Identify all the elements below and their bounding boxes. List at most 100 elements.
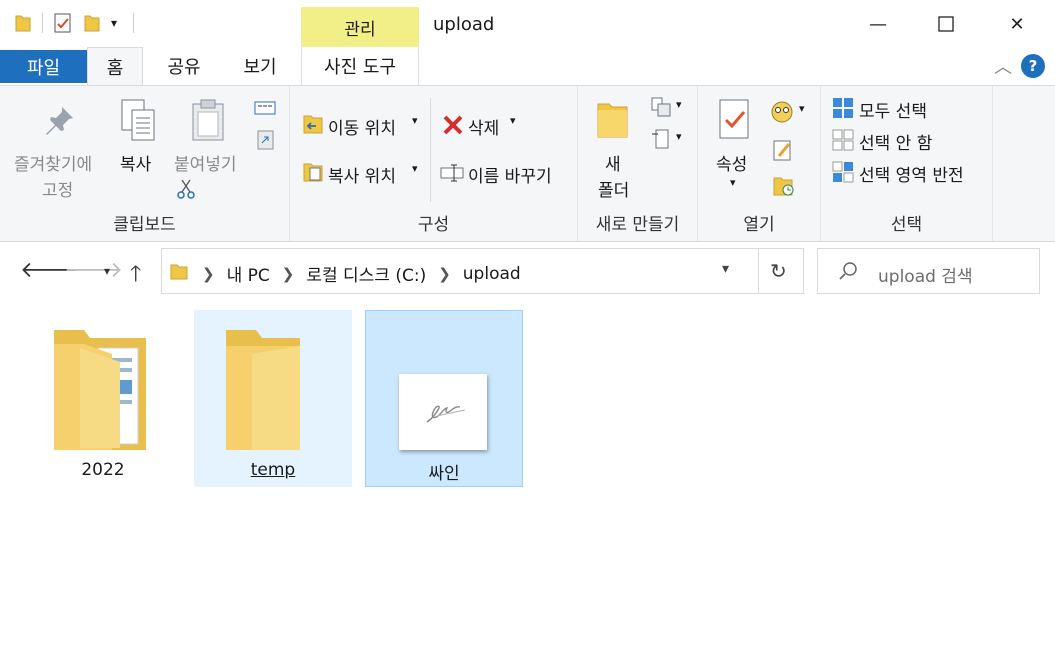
- properties-icon[interactable]: [53, 12, 73, 34]
- breadcrumb-this-pc[interactable]: 내 PC: [227, 261, 270, 286]
- minimize-button[interactable]: —: [855, 6, 901, 42]
- image-thumbnail: [399, 374, 487, 450]
- group-select: 모두 선택 선택 안 함 선택 영역 반전 선택: [821, 86, 993, 241]
- new-folder-icon[interactable]: [83, 13, 101, 33]
- copy-icon: [121, 99, 155, 141]
- move-folder-icon: [303, 115, 323, 134]
- maximize-icon: [938, 16, 954, 32]
- folder-icon: [226, 330, 300, 450]
- group-open: 속성 ▾ ▾ 열기: [698, 86, 821, 241]
- delete-label: 삭제: [468, 119, 500, 139]
- select-none-label: 선택 안 함: [859, 134, 933, 154]
- edit-icon[interactable]: [772, 138, 794, 162]
- signature-image: [426, 405, 466, 423]
- list-item[interactable]: temp: [194, 310, 352, 487]
- delete-icon: [443, 115, 463, 135]
- manage-context-tab[interactable]: 관리: [301, 7, 419, 47]
- window-title: upload: [433, 14, 495, 35]
- new-folder-line1: 새: [605, 155, 621, 175]
- quick-access-toolbar: ▾: [14, 12, 135, 34]
- divider: [758, 249, 759, 293]
- group-organize: 이동 위치 ▾ 복사 위치 ▾ 삭제 ▾ 이름 바꾸기 구성: [290, 86, 578, 241]
- paste-shortcut-icon[interactable]: [256, 128, 276, 152]
- breadcrumb: ❯ 내 PC ❯ 로컬 디스크 (C:) ❯ upload: [202, 261, 521, 287]
- chevron-right-icon: ❯: [281, 264, 295, 283]
- forward-button[interactable]: 🡒: [64, 257, 123, 283]
- search-icon: [839, 262, 857, 280]
- copy-path-icon[interactable]: [254, 100, 276, 116]
- group-new: 새 폴더 ▾ ▾ 새로 만들기: [578, 86, 698, 241]
- new-item-icon[interactable]: [650, 96, 674, 118]
- tab-share[interactable]: 공유: [146, 47, 222, 85]
- ribbon: 즐겨찾기에 고정 복사 붙여넣기 클립보드 이동 위치 ▾ 복사 위치 ▾ 삭제…: [0, 85, 1055, 242]
- group-label-clipboard: 클립보드: [113, 215, 176, 235]
- group-label-organize: 구성: [417, 215, 450, 235]
- tab-home[interactable]: 홈: [87, 47, 143, 86]
- group-clipboard: 즐겨찾기에 고정 복사 붙여넣기 클립보드: [0, 86, 290, 241]
- refresh-button[interactable]: ↻: [770, 259, 787, 283]
- file-name: 싸인: [428, 464, 460, 484]
- group-label-open: 열기: [743, 215, 775, 235]
- file-name: 2022: [81, 460, 125, 480]
- tab-view[interactable]: 보기: [222, 47, 298, 85]
- copy-label: 복사: [120, 155, 152, 175]
- search-placeholder: upload 검색: [878, 267, 973, 287]
- select-all-icon: [833, 98, 853, 118]
- pin-icon: [46, 107, 73, 135]
- group-label-select: 선택: [890, 215, 923, 235]
- file-name: temp: [250, 460, 296, 480]
- group-label-new: 새로 만들기: [595, 215, 680, 235]
- chevron-right-icon: ❯: [202, 264, 215, 283]
- search-box[interactable]: upload 검색: [817, 248, 1040, 294]
- invert-selection-label: 선택 영역 반전: [859, 166, 964, 186]
- tab-picture-tools[interactable]: 사진 도구: [301, 47, 419, 85]
- folder-icon: [597, 103, 628, 138]
- properties-icon: [719, 99, 749, 139]
- easy-access-icon[interactable]: [650, 128, 674, 150]
- pin-label-line2: 고정: [42, 181, 74, 201]
- copy-to-label: 복사 위치: [328, 167, 396, 187]
- maximize-button[interactable]: [923, 6, 969, 42]
- paste-label: 붙여넣기: [174, 155, 237, 175]
- tab-file[interactable]: 파일: [0, 50, 87, 83]
- invert-selection-icon: [832, 161, 854, 183]
- divider: [430, 98, 431, 202]
- clipboard-icon: [192, 99, 224, 141]
- divider: [42, 13, 43, 33]
- customize-dropdown-icon[interactable]: ▾: [111, 16, 117, 30]
- list-item[interactable]: 2022: [24, 310, 182, 487]
- address-bar[interactable]: ❯ 내 PC ❯ 로컬 디스크 (C:) ❯ upload ▾ ↻: [161, 248, 804, 294]
- recent-locations-button[interactable]: ▾: [104, 264, 110, 278]
- chevron-down-icon[interactable]: ▾: [676, 130, 682, 143]
- breadcrumb-upload[interactable]: upload: [463, 264, 521, 284]
- select-none-icon: [832, 129, 854, 151]
- pin-label-line1: 즐겨찾기에: [14, 155, 93, 175]
- breadcrumb-local-disk[interactable]: 로컬 디스크 (C:): [306, 261, 426, 286]
- ribbon-tabs: 파일 홈 공유 보기 사진 도구 ︿ ?: [0, 47, 1055, 86]
- folder-icon[interactable]: [14, 13, 32, 33]
- cut-icon[interactable]: [176, 178, 196, 200]
- up-button[interactable]: 🡑: [130, 257, 141, 295]
- open-icon[interactable]: [770, 98, 796, 124]
- folder-icon: [54, 330, 146, 450]
- rename-label: 이름 바꾸기: [468, 167, 552, 187]
- divider: [133, 13, 135, 33]
- properties-label: 속성: [716, 155, 748, 175]
- chevron-right-icon: ❯: [438, 264, 451, 283]
- rename-icon: [440, 164, 464, 182]
- folder-icon: [170, 264, 188, 280]
- history-icon[interactable]: [772, 174, 796, 198]
- copy-folder-icon: [303, 163, 323, 182]
- new-folder-line2: 폴더: [598, 181, 630, 201]
- move-to-label: 이동 위치: [328, 119, 396, 139]
- close-button[interactable]: ✕: [994, 6, 1040, 42]
- chevron-down-icon: ▾: [412, 162, 418, 175]
- title-bar: ▾ 관리 upload — ✕: [0, 0, 1055, 47]
- list-item[interactable]: 싸인: [365, 310, 523, 487]
- chevron-down-icon: ▾: [730, 176, 736, 189]
- chevron-down-icon[interactable]: ▾: [676, 98, 682, 111]
- help-icon[interactable]: ?: [1021, 54, 1045, 78]
- chevron-down-icon[interactable]: ▾: [799, 102, 805, 115]
- chevron-up-icon[interactable]: ︿: [994, 53, 1012, 79]
- address-dropdown-button[interactable]: ▾: [722, 261, 729, 277]
